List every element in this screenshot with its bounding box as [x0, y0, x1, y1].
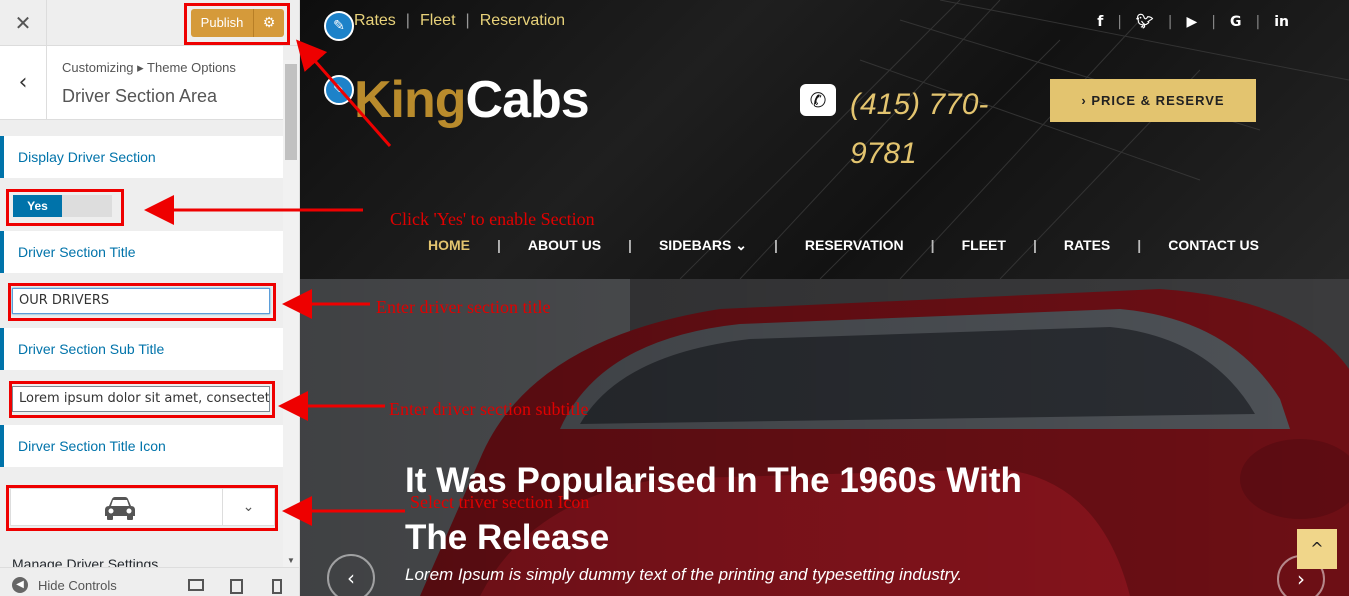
- logo-king: King: [354, 71, 467, 129]
- tablet-preview-icon[interactable]: [230, 579, 243, 594]
- topnav-reservation[interactable]: Reservation: [480, 12, 565, 30]
- mobile-preview-icon[interactable]: [272, 579, 282, 594]
- nav-sidebars[interactable]: SIDEBARS ⌄: [659, 237, 774, 254]
- youtube-icon[interactable]: ▶: [1187, 14, 1198, 30]
- scroll-down-arrow[interactable]: ▼: [287, 556, 295, 565]
- google-icon[interactable]: G: [1230, 14, 1242, 30]
- nav-sidebars-label: SIDEBARS: [658, 237, 732, 253]
- nav-contact[interactable]: CONTACT US: [1168, 237, 1286, 254]
- display-driver-section-label: Display Driver Section: [0, 136, 283, 178]
- close-icon[interactable]: ✕: [0, 0, 47, 46]
- site-logo[interactable]: KingCabs: [354, 70, 590, 130]
- customizer-footer: ◀ Hide Controls: [0, 567, 299, 596]
- nav-home[interactable]: HOME: [428, 237, 497, 254]
- breadcrumb: Customizing ▸ Theme Options: [62, 60, 236, 75]
- title-annotation: Enter driver section title: [376, 297, 551, 317]
- price-reserve-label: PRICE & RESERVE: [1091, 93, 1225, 108]
- sidebar-scrollbar[interactable]: ▼: [283, 60, 299, 567]
- facebook-icon[interactable]: f: [1097, 14, 1103, 30]
- section-header: ‹ Customizing ▸ Theme Options Driver Sec…: [0, 46, 283, 120]
- hide-arrow-icon: ◀: [12, 577, 28, 593]
- icon-annotation: Select triver section Icon: [410, 492, 590, 512]
- phone-number[interactable]: (415) 770-9781: [850, 80, 1020, 178]
- subtitle-annotation: Enter driver section subtitle: [389, 399, 589, 419]
- hide-controls-button[interactable]: ◀ Hide Controls: [12, 577, 117, 593]
- topnav-rates[interactable]: Rates: [354, 12, 396, 30]
- social-links: f | 🐦︎ | ▶ | G | in: [1097, 14, 1289, 30]
- toggle-highlight: [6, 189, 124, 226]
- driver-section-icon-label: Dirver Section Title Icon: [0, 425, 283, 467]
- hide-controls-label: Hide Controls: [38, 577, 117, 593]
- hero-subtitle: Lorem Ipsum is simply dummy text of the …: [405, 565, 963, 584]
- title-input-highlight: [8, 283, 276, 321]
- nav-rates[interactable]: RATES: [1064, 237, 1137, 254]
- main-nav: HOME | ABOUT US | SIDEBARS ⌄ | RESERVATION |…: [428, 237, 1286, 254]
- desktop-preview-icon[interactable]: [188, 579, 204, 591]
- topnav-fleet[interactable]: Fleet: [420, 12, 456, 30]
- edit-pencil-icon[interactable]: ✎: [324, 75, 354, 105]
- twitter-icon[interactable]: 🐦︎: [1136, 14, 1154, 30]
- linkedin-icon[interactable]: in: [1274, 14, 1289, 30]
- toggle-annotation: Click 'Yes' to enable Section: [390, 209, 595, 229]
- section-title: Driver Section Area: [62, 86, 218, 106]
- edit-pencil-icon[interactable]: ✎: [324, 11, 354, 41]
- phone-icon: ✆: [800, 84, 836, 116]
- icon-select-highlight: [6, 485, 278, 531]
- top-nav: Rates | Fleet | Reservation: [354, 12, 566, 30]
- logo-cabs: Cabs: [465, 71, 590, 129]
- hero-slider: It Was Popularised In The 1960s With The…: [300, 279, 1349, 596]
- nav-about[interactable]: ABOUT US: [528, 237, 628, 254]
- scroll-thumb[interactable]: [285, 64, 297, 160]
- slider-prev-icon[interactable]: ‹: [327, 554, 375, 596]
- publish-highlight: [184, 3, 290, 45]
- site-header: ✎ Rates | Fleet | Reservation f | 🐦︎ | ▶ | G |…: [300, 0, 1349, 279]
- scroll-to-top-icon[interactable]: ^: [1297, 529, 1337, 569]
- back-arrow-icon[interactable]: ‹: [0, 46, 47, 120]
- nav-fleet[interactable]: FLEET: [962, 237, 1033, 254]
- subtitle-input-highlight: [9, 381, 275, 418]
- price-reserve-button[interactable]: › PRICE & RESERVE: [1050, 79, 1256, 122]
- nav-reservation[interactable]: RESERVATION: [805, 237, 931, 254]
- driver-section-title-label: Driver Section Title: [0, 231, 283, 273]
- driver-section-subtitle-label: Driver Section Sub Title: [0, 328, 283, 370]
